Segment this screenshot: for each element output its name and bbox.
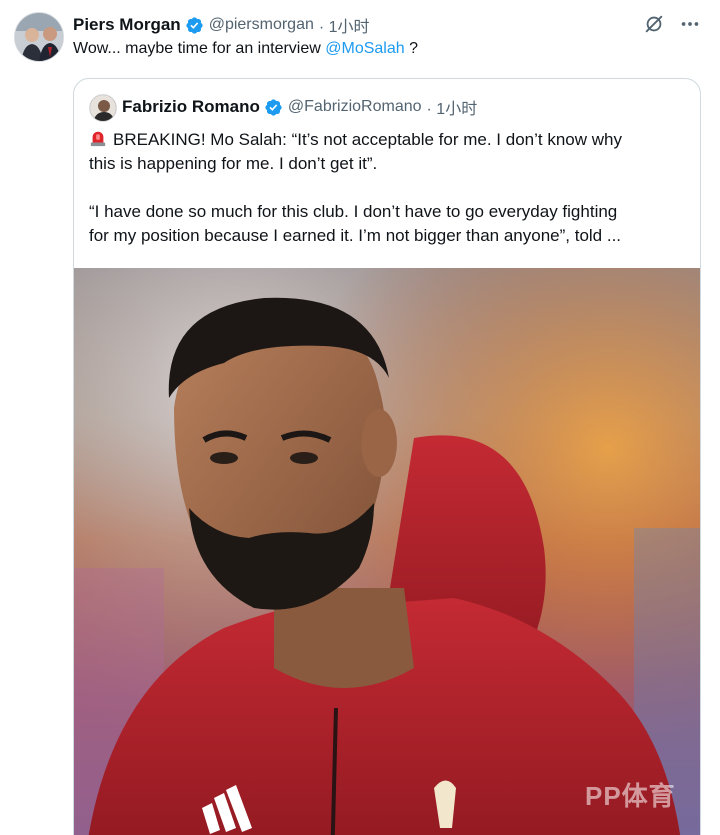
author-avatar[interactable] — [14, 12, 64, 62]
quoted-avatar-photo — [90, 95, 116, 121]
tweet-text-after: ? — [404, 40, 418, 57]
player-photo — [74, 268, 700, 835]
quoted-media-image[interactable] — [74, 268, 700, 835]
verified-badge-icon — [186, 16, 203, 34]
quoted-author-avatar[interactable] — [89, 94, 117, 122]
tweet-text: Wow... maybe time for an interview @MoSa… — [73, 40, 418, 58]
tweet-header: Piers Morgan @piersmorgan · 1小时 — [73, 13, 370, 37]
quoted-text: BREAKING! Mo Salah: “It’s not acceptable… — [89, 128, 689, 248]
quoted-line-4: for my position because I earned it. I’m… — [89, 226, 622, 245]
siren-icon — [90, 131, 106, 147]
quoted-verified-badge-icon — [265, 98, 282, 116]
quoted-line-1: BREAKING! Mo Salah: “It’s not acceptable… — [89, 128, 689, 152]
avatar-photo — [15, 13, 63, 61]
quoted-line-2: this is happening for me. I don’t get it… — [89, 154, 378, 173]
tweet-time[interactable]: · 1小时 — [319, 13, 370, 37]
mention-link[interactable]: @MoSalah — [325, 40, 404, 57]
tweet-text-before: Wow... maybe time for an interview — [73, 40, 326, 57]
author-name[interactable]: Piers Morgan — [73, 15, 181, 35]
quoted-time[interactable]: · 1小时 — [427, 95, 478, 119]
grok-icon[interactable] — [642, 12, 666, 36]
author-handle[interactable]: @piersmorgan — [209, 16, 314, 34]
quoted-tweet[interactable]: Fabrizio Romano @FabrizioRomano · 1小时 BR… — [73, 78, 701, 835]
quoted-author-handle[interactable]: @FabrizioRomano — [288, 98, 422, 116]
tweet-actions — [642, 12, 702, 36]
watermark: PP体育 — [585, 781, 676, 811]
quoted-header: Fabrizio Romano @FabrizioRomano · 1小时 — [122, 96, 477, 118]
more-icon[interactable] — [678, 12, 702, 36]
quoted-line-3: “I have done so much for this club. I do… — [89, 202, 618, 221]
quoted-line-1-text: BREAKING! Mo Salah: “It’s not acceptable… — [113, 130, 622, 149]
quoted-author-name[interactable]: Fabrizio Romano — [122, 97, 260, 117]
tweet[interactable]: Piers Morgan @piersmorgan · 1小时 Wow... m… — [0, 0, 720, 835]
